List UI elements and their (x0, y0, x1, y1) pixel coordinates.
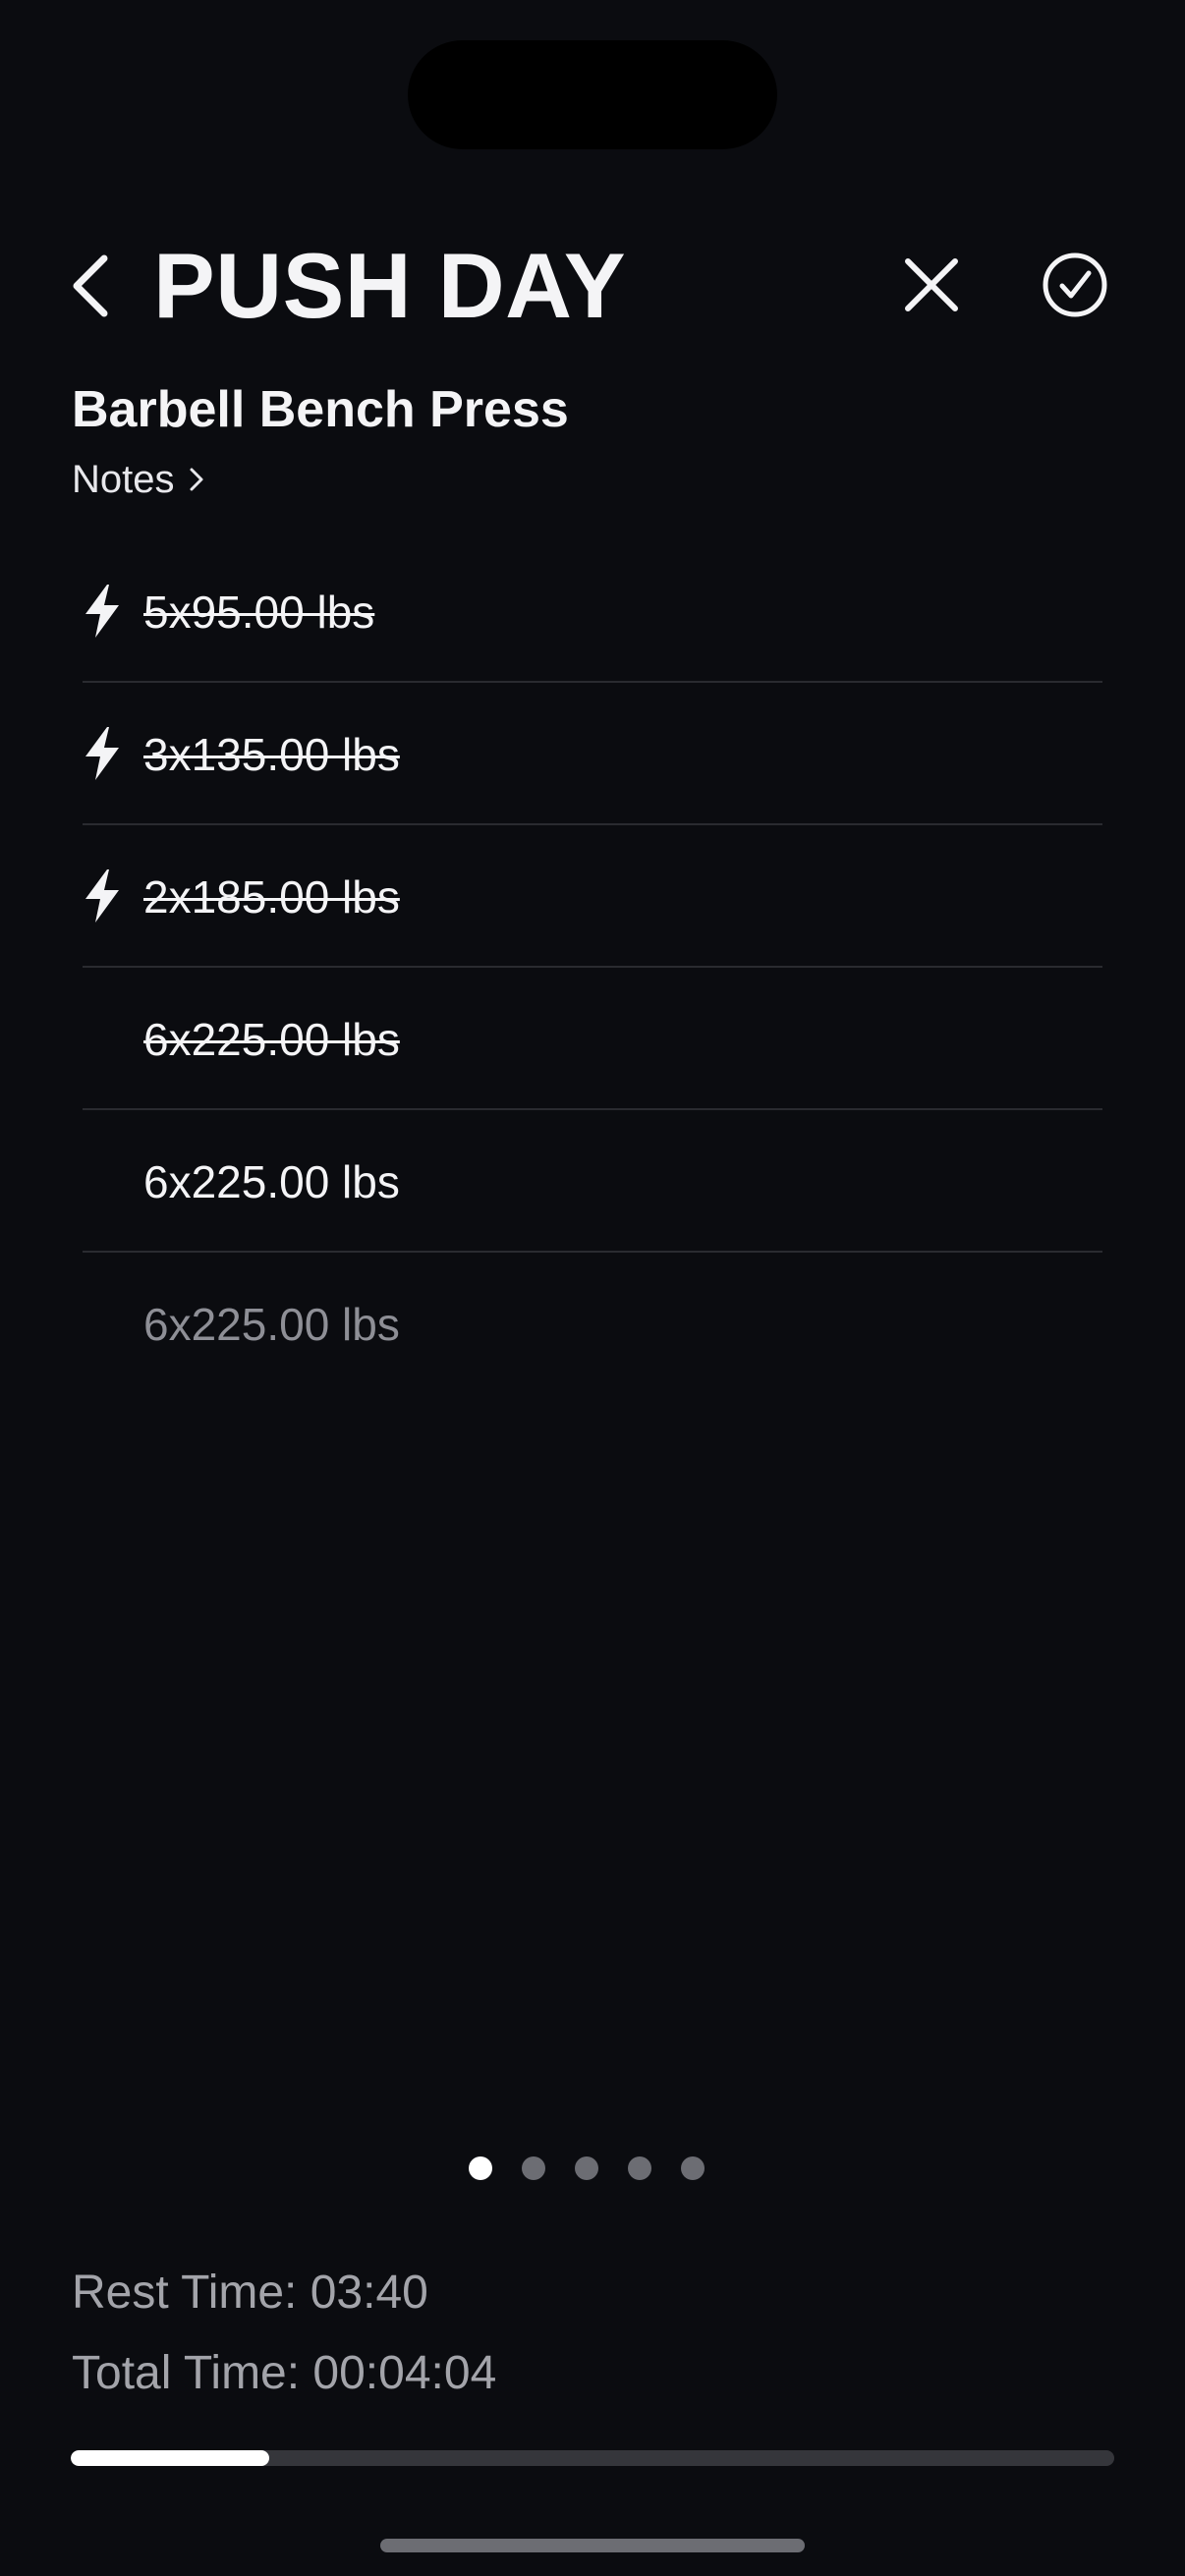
page-dot-2[interactable] (522, 2156, 545, 2180)
set-row-current[interactable]: 6x225.00 lbs (83, 1110, 1102, 1253)
total-time: Total Time: 00:04:04 (72, 2347, 497, 2399)
workout-progress-fill (71, 2450, 269, 2466)
page-dot-4[interactable] (628, 2156, 651, 2180)
dynamic-island (408, 40, 777, 149)
notes-label: Notes (72, 457, 175, 501)
chevron-left-icon (71, 254, 110, 322)
page-indicator[interactable] (0, 2156, 1179, 2180)
set-list: 5x95.00 lbs 3x135.00 lbs 2x185.00 lbs 6x… (83, 540, 1102, 1395)
close-button[interactable] (892, 248, 971, 326)
rest-time: Rest Time: 03:40 (72, 2267, 428, 2319)
lightning-bolt-icon (83, 868, 122, 924)
set-label: 2x185.00 lbs (143, 870, 400, 923)
set-row[interactable]: 5x95.00 lbs (83, 540, 1102, 683)
set-label: 6x225.00 lbs (143, 1155, 400, 1207)
lightning-bolt-icon (83, 726, 122, 781)
set-label: 5x95.00 lbs (143, 586, 375, 638)
page-dot-1[interactable] (469, 2156, 492, 2180)
close-icon (904, 257, 959, 317)
set-row[interactable]: 3x135.00 lbs (83, 683, 1102, 825)
set-label: 6x225.00 lbs (143, 1298, 400, 1350)
set-label: 6x225.00 lbs (143, 1013, 400, 1065)
page-dot-5[interactable] (681, 2156, 705, 2180)
home-indicator[interactable] (380, 2539, 805, 2552)
back-button[interactable] (61, 249, 120, 327)
set-row-pending[interactable]: 6x225.00 lbs (83, 1253, 1102, 1395)
page-dot-3[interactable] (575, 2156, 598, 2180)
lightning-bolt-icon (83, 584, 122, 639)
workout-progress-bar (71, 2450, 1114, 2466)
notes-link[interactable]: Notes (72, 454, 204, 505)
set-row[interactable]: 6x225.00 lbs (83, 968, 1102, 1110)
exercise-name: Barbell Bench Press (72, 381, 569, 438)
check-circle-icon (1042, 252, 1108, 323)
set-label: 3x135.00 lbs (143, 728, 400, 780)
page-title: PUSH DAY (153, 234, 627, 337)
chevron-right-icon (189, 467, 204, 492)
set-row[interactable]: 2x185.00 lbs (83, 825, 1102, 968)
finish-workout-button[interactable] (1036, 248, 1114, 326)
